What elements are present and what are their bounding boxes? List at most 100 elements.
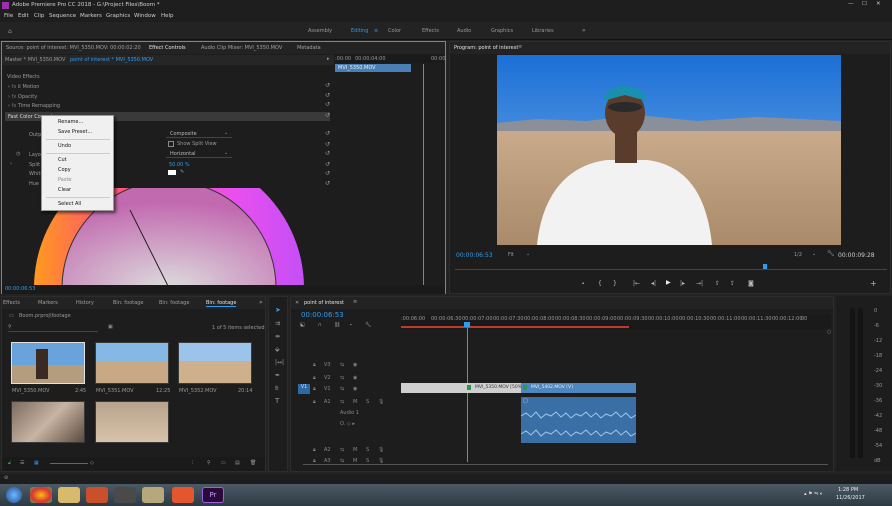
workspace-assembly[interactable]: Assembly <box>308 28 332 34</box>
more-tabs-icon[interactable]: » <box>259 299 263 306</box>
tab-history[interactable]: History <box>76 300 94 306</box>
track-label[interactable]: V2 <box>324 375 331 381</box>
tray-icons[interactable]: ▴ ⚑ ⇋ 🔈︎ <box>804 491 823 497</box>
scroll-handle-icon[interactable]: ○ <box>827 329 831 335</box>
menu-item-undo[interactable]: Undo <box>58 143 71 149</box>
sync-icon[interactable]: ⇆ <box>340 375 344 381</box>
pen-tool-icon[interactable]: ✒ <box>275 372 280 379</box>
add-marker-icon[interactable]: ⬩ <box>350 322 352 328</box>
solo-button[interactable]: S <box>366 447 369 453</box>
reset-icon[interactable]: ↺ <box>325 101 330 108</box>
tab-source[interactable]: Source: point of interest: MVI_5350.MOV:… <box>6 45 141 51</box>
menu-item-cut[interactable]: Cut <box>58 157 67 163</box>
play-only-icon[interactable]: ▸ <box>327 56 330 62</box>
reset-icon[interactable]: ↺ <box>325 112 330 119</box>
white-balance-swatch[interactable] <box>168 170 176 175</box>
camera-icon[interactable]: ◙ <box>748 280 754 287</box>
tab-metadata[interactable]: Metadata <box>297 45 321 51</box>
keyframe-nav-icon[interactable]: O. ◇ ▸ <box>340 421 355 427</box>
menu-graphics[interactable]: Graphics <box>106 13 130 19</box>
razor-tool-icon[interactable]: ⬙ <box>275 346 280 353</box>
effect-row-time-remapping[interactable]: › fx Time Remapping <box>8 103 60 109</box>
tab-bin-footage-3[interactable]: Bin: footage <box>206 300 237 307</box>
new-item-icon[interactable]: ▤ <box>235 460 240 466</box>
reset-icon[interactable]: ↺ <box>325 170 330 177</box>
workspace-effects[interactable]: Effects <box>422 28 439 34</box>
tab-effects[interactable]: Effects <box>3 300 20 306</box>
thumbnail-clip-5[interactable] <box>95 401 169 443</box>
menu-item-clear[interactable]: Clear <box>58 187 71 193</box>
extract-icon[interactable]: ⇪ <box>730 280 735 287</box>
effect-row-motion[interactable]: › fx ⌷ Motion <box>8 84 39 90</box>
close-button[interactable]: ✕ <box>876 1 881 7</box>
lock-icon[interactable]: 🔓︎ <box>8 460 11 466</box>
wrench-icon[interactable]: 🔧︎ <box>827 250 835 257</box>
timeline-scrollbar[interactable] <box>303 464 828 465</box>
reset-icon[interactable]: ↺ <box>325 82 330 89</box>
eye-icon[interactable]: ◉ <box>353 386 357 392</box>
program-video-frame[interactable] <box>497 55 841 245</box>
lock-icon[interactable]: 🔒︎ <box>313 375 316 381</box>
workspace-editing[interactable]: Editing <box>351 28 368 34</box>
source-patch-v1[interactable]: V1 <box>298 384 310 394</box>
menu-item-save-preset[interactable]: Save Preset... <box>58 129 92 135</box>
solo-button[interactable]: S <box>366 399 369 405</box>
bin-search-input[interactable]: ⚲ <box>8 324 98 332</box>
track-label[interactable]: V3 <box>324 362 331 368</box>
layout-dropdown[interactable]: Horizontal ⌄ <box>166 150 232 158</box>
ec-clip-bar[interactable]: MVI_5350.MOV <box>335 64 411 72</box>
ec-timeline-ruler[interactable]: :00:00 00:00:04:00 00:00 <box>335 55 445 63</box>
menu-help[interactable]: Help <box>161 13 174 19</box>
go-to-in-icon[interactable]: |← <box>633 280 640 287</box>
thumbnail-mvi-5350[interactable] <box>11 342 85 384</box>
reset-icon[interactable]: ↺ <box>325 180 330 187</box>
mic-icon[interactable]: 🎙︎ <box>378 447 384 453</box>
sync-icon[interactable]: ⇆ <box>340 399 344 405</box>
menu-item-rename[interactable]: Rename... <box>58 119 83 125</box>
stopwatch-icon[interactable]: ◷ <box>16 151 20 157</box>
premiere-taskbar-icon[interactable]: Pr <box>202 487 224 503</box>
panel-menu-icon[interactable]: ≡ <box>353 299 357 305</box>
lock-icon[interactable]: 🔒︎ <box>313 386 316 392</box>
add-button-icon[interactable]: + <box>870 279 877 288</box>
lock-icon[interactable]: 🔒︎ <box>313 399 316 405</box>
output-dropdown[interactable]: Composite ⌄ <box>166 130 232 138</box>
eyedropper-icon[interactable]: ✎ <box>180 169 184 175</box>
fit-dropdown[interactable]: Fit ⌄ <box>504 251 534 259</box>
automate-icon[interactable]: ⫶ <box>192 460 193 466</box>
lock-icon[interactable]: 🔒︎ <box>313 447 316 453</box>
sequence-tab[interactable]: point of interest <box>304 300 344 306</box>
step-back-icon[interactable]: ◂| <box>651 280 656 287</box>
menu-item-paste[interactable]: Paste <box>58 177 72 183</box>
go-to-out-icon[interactable]: →| <box>696 280 703 287</box>
linked-selection-icon[interactable]: ⛓ <box>334 322 340 328</box>
maximize-button[interactable]: ☐ <box>862 1 867 7</box>
eye-icon[interactable]: ◉ <box>353 375 357 381</box>
menu-markers[interactable]: Markers <box>80 13 102 19</box>
home-icon[interactable]: ⌂ <box>8 28 12 35</box>
sync-icon[interactable]: ⇆ <box>340 362 344 368</box>
snap-icon[interactable]: ∩ <box>318 322 322 328</box>
menu-item-copy[interactable]: Copy <box>58 167 71 173</box>
track-label[interactable]: V1 <box>324 386 331 392</box>
tab-effect-controls[interactable]: Effect Controls <box>149 45 186 51</box>
menu-sequence[interactable]: Sequence <box>49 13 76 19</box>
type-tool-icon[interactable]: T <box>275 397 279 405</box>
minimize-button[interactable]: — <box>848 1 854 7</box>
tab-bin-footage-2[interactable]: Bin: footage <box>159 300 189 306</box>
thumbnail-mvi-5351[interactable] <box>95 342 169 384</box>
program-time-ruler[interactable] <box>455 264 887 270</box>
show-split-checkbox[interactable] <box>168 141 174 147</box>
sort-icon[interactable]: ◇ <box>90 460 94 466</box>
reset-icon[interactable]: ↺ <box>325 130 330 137</box>
sync-icon[interactable]: ⇆ <box>340 447 344 453</box>
new-bin-icon[interactable]: ▣ <box>108 324 113 330</box>
file-explorer-icon[interactable] <box>58 487 80 503</box>
step-forward-icon[interactable]: |▸ <box>680 280 685 287</box>
track-select-tool-icon[interactable]: ⇉ <box>275 320 280 327</box>
workspace-color[interactable]: Color <box>388 28 401 34</box>
thumbnail-clip-4[interactable] <box>11 401 85 443</box>
program-playhead[interactable] <box>763 264 767 269</box>
folder-icon[interactable] <box>142 487 164 503</box>
mark-out-icon[interactable]: } <box>613 280 617 287</box>
